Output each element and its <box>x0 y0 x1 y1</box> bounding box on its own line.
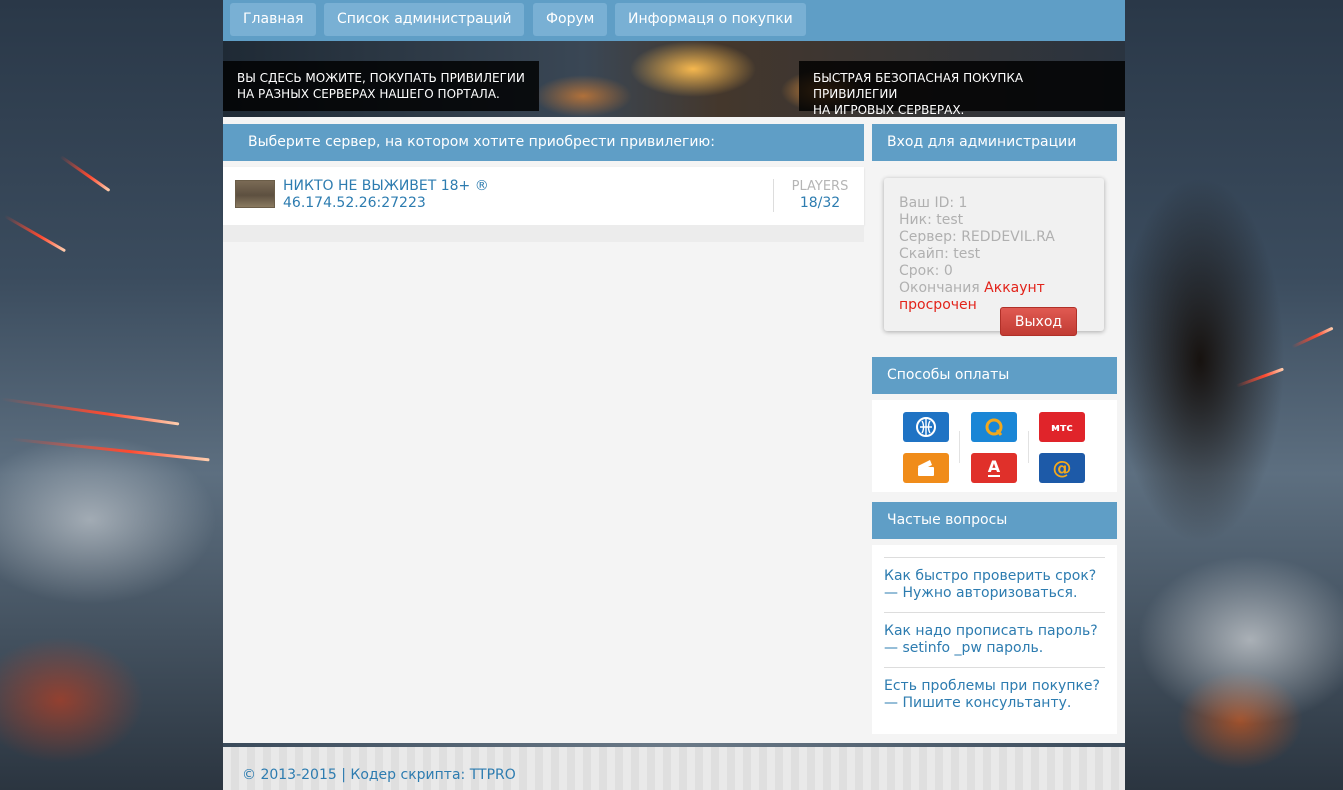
divider <box>959 431 960 463</box>
divider <box>1028 431 1029 463</box>
footer: © 2013-2015 | Кодер скрипта: TTPRO <box>223 747 1125 790</box>
background-laser-streak <box>10 437 210 462</box>
faq-answer: — Пишите консультанту. <box>884 695 1072 711</box>
server-list-heading: Выберите сервер, на котором хотите приоб… <box>223 124 864 161</box>
expiry-status-continued: просрочен <box>899 297 977 313</box>
user-term-line: Срок: 0 <box>899 263 953 279</box>
user-server-line: Сервер: REDDEVIL.RA <box>899 229 1055 245</box>
admin-login-heading: Вход для администрации <box>872 124 1117 161</box>
banner-caption-left-line1: ВЫ СДЕСЬ МОЖИТЕ, ПОКУПАТЬ ПРИВИЛЕГИИ <box>237 71 525 85</box>
mail-money-icon[interactable]: @ <box>1039 453 1085 483</box>
faq-answer: — setinfo _pw пароль. <box>884 640 1044 656</box>
top-navigation: Главная Список администраций Форум Инфор… <box>223 0 1125 41</box>
faq-question[interactable]: Как быстро проверить срок? <box>884 568 1096 584</box>
background-laser-streak <box>3 214 67 253</box>
faq-answer: — Нужно авторизоваться. <box>884 585 1078 601</box>
faq-heading: Частые вопросы <box>872 502 1117 539</box>
mail-money-icon-glyph: @ <box>1052 457 1072 479</box>
logout-button[interactable]: Выход <box>1000 307 1077 336</box>
banner-caption-left: ВЫ СДЕСЬ МОЖИТЕ, ПОКУПАТЬ ПРИВИЛЕГИИ НА … <box>223 61 539 111</box>
alfa-bank-icon-glyph: А <box>987 457 1001 477</box>
banner-caption-right-line1: БЫСТРАЯ БЕЗОПАСНАЯ ПОКУПКА ПРИВИЛЕГИИ <box>813 71 1024 101</box>
server-address: 46.174.52.26:27223 <box>283 195 426 211</box>
expiry-label: Окончания <box>899 280 980 296</box>
mts-icon[interactable]: мтс <box>1039 412 1085 442</box>
background-laser-streak <box>1291 326 1334 349</box>
nav-item-admin-list[interactable]: Список администраций <box>324 3 525 36</box>
divider <box>884 557 1105 558</box>
page-container: Главная Список администраций Форум Инфор… <box>223 0 1125 790</box>
user-skype-line: Скайп: test <box>899 246 981 262</box>
alfa-bank-icon[interactable]: А <box>971 453 1017 483</box>
background-laser-streak <box>59 155 111 192</box>
user-id-line: Ваш ID: 1 <box>899 195 968 211</box>
players-label: PLAYERS <box>791 179 849 194</box>
background-laser-streak <box>1235 367 1285 388</box>
banner-caption-right-line2: НА ИГРОВЫХ СЕРВЕРАХ. <box>813 103 965 117</box>
nav-item-forum[interactable]: Форум <box>533 3 608 36</box>
payment-methods-heading: Способы оплаты <box>872 357 1117 394</box>
mts-icon-glyph: мтс <box>1051 420 1073 434</box>
faq-question[interactable]: Есть проблемы при покупке? <box>884 678 1100 694</box>
divider <box>884 612 1105 613</box>
divider <box>884 667 1105 668</box>
faq-panel: Как быстро проверить срок? — Нужно автор… <box>872 545 1117 734</box>
faq-question[interactable]: Как надо прописать пароль? <box>884 623 1098 639</box>
nav-item-purchase-info[interactable]: Информаця о покупки <box>615 3 806 36</box>
qiwi-icon[interactable] <box>971 412 1017 442</box>
expiry-status: Аккаунт <box>984 280 1045 296</box>
user-nick-line: Ник: test <box>899 212 964 228</box>
webmoney-icon[interactable] <box>903 412 949 442</box>
players-count: 18/32 <box>799 195 841 211</box>
server-list-footer <box>223 225 864 242</box>
banner-caption-left-line2: НА РАЗНЫХ СЕРВЕРАХ НАШЕГО ПОРТАЛА. <box>237 87 500 101</box>
admin-panel: Ваш ID: 1 Ник: test Сервер: REDDEVIL.RA … <box>872 170 1117 351</box>
background-laser-streak <box>0 397 180 426</box>
user-expiry-line: Окончания Аккаунт <box>899 280 1045 296</box>
divider <box>773 179 774 212</box>
banner-caption-right: БЫСТРАЯ БЕЗОПАСНАЯ ПОКУПКА ПРИВИЛЕГИИ НА… <box>799 61 1125 117</box>
payment-methods-panel: мтс А @ <box>872 400 1117 492</box>
server-name-link[interactable]: НИКТО НЕ ВЫЖИВЕТ 18+ ® <box>283 178 489 194</box>
nav-item-home[interactable]: Главная <box>230 3 317 36</box>
header-banner: ВЫ СДЕСЬ МОЖИТЕ, ПОКУПАТЬ ПРИВИЛЕГИИ НА … <box>223 41 1125 117</box>
yandex-money-icon[interactable] <box>903 453 949 483</box>
server-row[interactable]: НИКТО НЕ ВЫЖИВЕТ 18+ ® 46.174.52.26:2722… <box>223 167 864 225</box>
server-map-thumbnail <box>235 180 275 208</box>
footer-copyright: © 2013-2015 | Кодер скрипта: TTPRO <box>242 767 516 783</box>
